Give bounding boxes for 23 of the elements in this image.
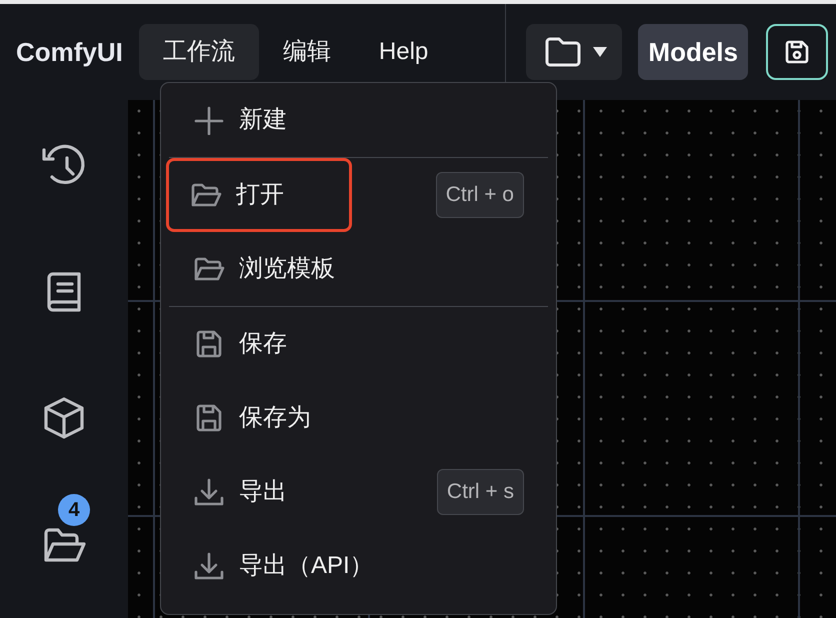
models-button[interactable]: Models <box>638 24 748 80</box>
menu-tab[interactable]: 编辑 <box>258 24 355 80</box>
download-icon <box>193 477 225 507</box>
menu-item[interactable]: 打开 <box>166 158 352 232</box>
plus-icon <box>193 105 225 135</box>
menu-item[interactable]: 导出 <box>169 455 437 529</box>
menu-item[interactable]: 保存 <box>169 307 548 381</box>
menu-item[interactable]: 浏览模板 <box>169 232 548 306</box>
menu-tab[interactable]: 工作流 <box>138 24 259 80</box>
menu-tab[interactable]: Help <box>354 24 452 80</box>
menu-item[interactable]: 新建 <box>169 83 548 157</box>
save-button[interactable] <box>766 24 828 80</box>
menu-item[interactable]: 保存为 <box>169 381 548 455</box>
sidebar-button[interactable]: 4 <box>32 494 96 578</box>
caret-icon <box>592 46 608 58</box>
shortcut-key: Ctrl + s <box>436 469 524 515</box>
app-logo: ComfyUI <box>16 36 123 68</box>
shortcut-key: Ctrl + o <box>436 172 524 218</box>
folder-dropdown-button[interactable] <box>526 24 622 80</box>
menu-item[interactable]: 导出（API） <box>169 529 548 603</box>
count-badge: 4 <box>58 494 90 526</box>
folder-icon <box>544 36 582 68</box>
download-icon <box>193 551 225 581</box>
